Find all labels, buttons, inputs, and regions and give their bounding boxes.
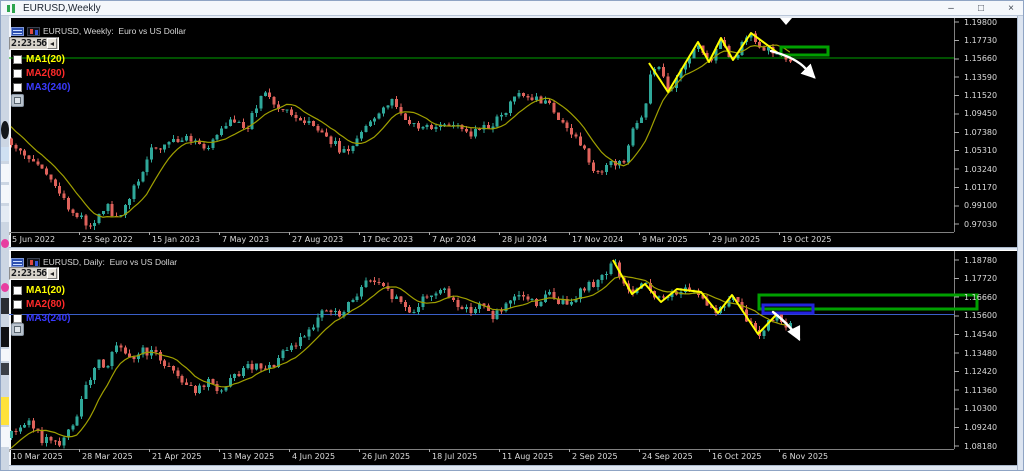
ma2-checkbox[interactable]	[13, 68, 22, 78]
weekly-ma2-row: MA2(80)	[13, 67, 65, 79]
ma3-label: MA3(240)	[26, 81, 71, 93]
ma2-label: MA2(80)	[26, 67, 65, 79]
mini-chart-icon	[27, 26, 40, 36]
weekly-clock: 2:23:56	[9, 37, 60, 50]
daily-clock-time: 2:23:56	[11, 268, 47, 279]
weekly-time-axis[interactable]	[9, 232, 954, 247]
speaker-icon[interactable]	[47, 268, 58, 279]
weekly-ma1-row: MA1(20)	[13, 53, 65, 65]
object-tool-icon[interactable]	[11, 94, 24, 107]
mini-chart-icon	[27, 257, 40, 267]
ma1-label: MA1(20)	[26, 53, 65, 65]
ma3-checkbox[interactable]	[13, 82, 22, 92]
ma3-checkbox[interactable]	[13, 313, 22, 323]
weekly-ma3-row: MA3(240)	[13, 81, 70, 93]
mt-chart-window: EURUSD,Weekly – □ × EURUSD, Weekly: Euro…	[0, 0, 1024, 471]
speaker-icon[interactable]	[47, 38, 58, 49]
daily-price-axis[interactable]	[954, 251, 1017, 465]
daily-ma1-row: MA1(20)	[13, 284, 65, 296]
ma2-label: MA2(80)	[26, 298, 65, 310]
weekly-chart-header: EURUSD, Weekly: Euro vs US Dollar	[11, 26, 186, 36]
daily-time-axis[interactable]	[9, 449, 954, 465]
weekly-chart-title: EURUSD, Weekly: Euro vs US Dollar	[43, 26, 186, 36]
object-tool-icon[interactable]	[11, 323, 24, 336]
ma1-label: MA1(20)	[26, 284, 65, 296]
quotes-grid-icon	[11, 26, 24, 36]
daily-chart-header: EURUSD, Daily: Euro vs US Dollar	[11, 257, 177, 267]
daily-clock: 2:23:56	[9, 267, 60, 280]
daily-chart-title: EURUSD, Daily: Euro vs US Dollar	[43, 257, 178, 267]
weekly-clock-time: 2:23:56	[11, 38, 47, 49]
quotes-grid-icon	[11, 257, 24, 267]
ma3-label: MA3(240)	[26, 312, 71, 324]
ma2-checkbox[interactable]	[13, 299, 22, 309]
daily-ma2-row: MA2(80)	[13, 298, 65, 310]
ma1-checkbox[interactable]	[13, 285, 22, 295]
weekly-price-axis[interactable]	[954, 18, 1017, 247]
ma1-checkbox[interactable]	[13, 54, 22, 64]
